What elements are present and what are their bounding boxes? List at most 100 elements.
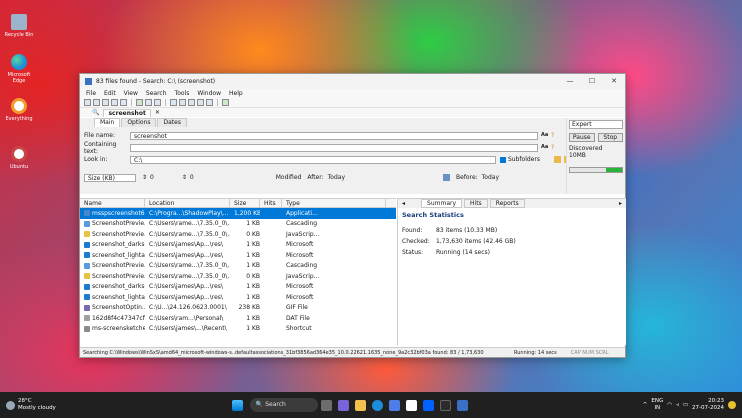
table-row[interactable]: ScreenshotOptin... C:\U...\24.126.0623.00…	[80, 303, 396, 314]
after-value[interactable]: Today	[328, 174, 345, 181]
menu-help[interactable]: Help	[229, 90, 243, 97]
amazon-icon[interactable]	[405, 399, 417, 411]
play-icon[interactable]	[136, 99, 143, 106]
open-icon[interactable]	[93, 99, 100, 106]
after-label: After:	[307, 174, 324, 181]
stop-icon[interactable]	[154, 99, 161, 106]
dropbox-icon[interactable]	[422, 399, 434, 411]
column-name[interactable]: Name	[80, 199, 145, 207]
details-view-icon[interactable]	[188, 99, 195, 106]
close-tab-icon[interactable]: ✕	[155, 109, 160, 116]
column-size[interactable]: Size	[230, 199, 260, 207]
prev-tab-arrow[interactable]: ◂	[402, 200, 405, 207]
table-row[interactable]: screenshot_lighta... C:\Users\james\Ap...…	[80, 292, 396, 303]
language-indicator[interactable]: ENG IN	[651, 398, 663, 412]
cell-type: JavaScrip...	[286, 230, 320, 238]
modified-select[interactable]: Modified	[276, 174, 302, 181]
windows-start-icon[interactable]	[231, 399, 243, 411]
app-icon-dark[interactable]	[439, 399, 451, 411]
notification-icon[interactable]	[728, 401, 736, 409]
edge-taskbar-icon[interactable]	[371, 399, 383, 411]
store-icon[interactable]	[388, 399, 400, 411]
weather-icon[interactable]	[6, 400, 15, 410]
chevron-up-icon[interactable]: ^	[643, 402, 648, 408]
table-row[interactable]: ScreenshotPrevie... C:\Users\rame...\7.35…	[80, 261, 396, 272]
mode-select[interactable]: Expert	[569, 120, 623, 129]
desktop-icon-recycle-bin[interactable]: Recycle Bin	[4, 14, 34, 38]
folder-icon[interactable]	[553, 156, 561, 163]
table-row[interactable]: ms-screensketche... C:\Users\james\...\Re…	[80, 324, 396, 335]
menu-file[interactable]: File	[86, 90, 96, 97]
maximize-button[interactable]: ☐	[581, 74, 603, 89]
chat-icon[interactable]	[337, 399, 349, 411]
search-app-icon[interactable]	[456, 399, 468, 411]
menu-search[interactable]: Search	[146, 90, 167, 97]
help-icon[interactable]: ?	[551, 144, 558, 151]
grid-view-icon[interactable]	[170, 99, 177, 106]
desktop-icon-everything[interactable]: Everything	[4, 98, 34, 122]
tab-summary[interactable]: Summary	[421, 199, 463, 208]
wifi-icon[interactable]: ◠	[667, 402, 672, 408]
minimize-button[interactable]: —	[559, 74, 581, 89]
table-row[interactable]: ScreenshotPrevie... C:\Users\rame...\7.35…	[80, 219, 396, 230]
save-all-icon[interactable]	[120, 99, 127, 106]
tab-hits[interactable]: Hits	[464, 199, 488, 208]
battery-icon[interactable]: ▭	[683, 402, 688, 408]
desktop-icon-ubuntu[interactable]: Ubuntu	[4, 146, 34, 170]
menu-window[interactable]: Window	[197, 90, 221, 97]
tab-dates[interactable]: Dates	[157, 118, 187, 127]
containing-text-input[interactable]	[130, 143, 538, 152]
pause-icon[interactable]	[145, 99, 152, 106]
close-button[interactable]: ✕	[603, 74, 625, 89]
file-explorer-icon[interactable]	[354, 399, 366, 411]
pause-button[interactable]: Pause	[569, 133, 595, 142]
size-unit-select[interactable]: Size (KB)	[84, 173, 136, 182]
new-icon[interactable]	[84, 99, 91, 106]
before-value[interactable]: Today	[482, 174, 499, 181]
taskbar-search[interactable]: 🔍 Search	[249, 398, 318, 412]
save-icon[interactable]	[102, 99, 109, 106]
speaker-icon[interactable]: ◃	[676, 402, 679, 408]
menu-view[interactable]: View	[124, 90, 138, 97]
subfolders-checkbox[interactable]	[500, 156, 506, 163]
size-to-spinner[interactable]: ⇕	[182, 174, 187, 181]
results-list[interactable]: Name Location Size Hits Type msspscreens…	[80, 198, 396, 345]
weather-widget[interactable]: 28°C Mostly cloudy	[18, 398, 56, 412]
options-icon[interactable]	[222, 99, 229, 106]
column-type[interactable]: Type	[282, 199, 386, 207]
calendar-icon[interactable]	[443, 174, 451, 181]
list-view-icon[interactable]	[179, 99, 186, 106]
document-tab-screenshot[interactable]: screenshot	[103, 108, 151, 117]
tab-options[interactable]: Options	[121, 118, 157, 127]
file-name-row: File name: screenshot Aa ?	[84, 131, 558, 140]
case-sensitive-icon[interactable]: Aa	[541, 132, 548, 139]
web-icon[interactable]	[197, 99, 204, 106]
title-bar[interactable]: 83 files found - Search: C:\ (screenshot…	[80, 74, 625, 89]
help-icon[interactable]: ?	[551, 132, 558, 139]
table-row[interactable]: ScreenshotPrevie... C:\Users\rame...\7.35…	[80, 229, 396, 240]
case-sensitive-icon[interactable]: Aa	[541, 144, 548, 151]
table-row[interactable]: 162d8f4c47347cf... C:\Users\ram...\Person…	[80, 313, 396, 324]
size-from-spinner[interactable]: ⇕	[142, 174, 147, 181]
next-tab-arrow[interactable]: ▸	[619, 200, 622, 207]
table-row[interactable]: ScreenshotPrevie... C:\Users\rame...\7.35…	[80, 271, 396, 282]
menu-tools[interactable]: Tools	[175, 90, 190, 97]
desktop-icon-edge[interactable]: Microsoft Edge	[4, 54, 34, 84]
edge-icon	[11, 54, 27, 70]
tab-reports[interactable]: Reports	[489, 199, 525, 208]
table-row[interactable]: msspscreenshot6... C:\Progra...\ShadowPla…	[80, 208, 396, 219]
widgets-icon[interactable]	[320, 399, 332, 411]
menu-edit[interactable]: Edit	[104, 90, 116, 97]
print-icon[interactable]	[111, 99, 118, 106]
report-icon[interactable]	[206, 99, 213, 106]
table-row[interactable]: screenshot_darks... C:\Users\james\Ap...\…	[80, 240, 396, 251]
column-hits[interactable]: Hits	[260, 199, 282, 207]
tab-main[interactable]: Main	[94, 118, 121, 127]
file-name-input[interactable]: screenshot	[130, 131, 538, 140]
stop-button[interactable]: Stop	[597, 133, 623, 142]
clock[interactable]: 20:23 27-07-2024	[692, 398, 724, 412]
look-in-input[interactable]: C:\	[130, 155, 496, 164]
table-row[interactable]: screenshot_lighta... C:\Users\james\Ap...…	[80, 250, 396, 261]
table-row[interactable]: screenshot_darks... C:\Users\james\Ap...\…	[80, 282, 396, 293]
column-location[interactable]: Location	[145, 199, 230, 207]
